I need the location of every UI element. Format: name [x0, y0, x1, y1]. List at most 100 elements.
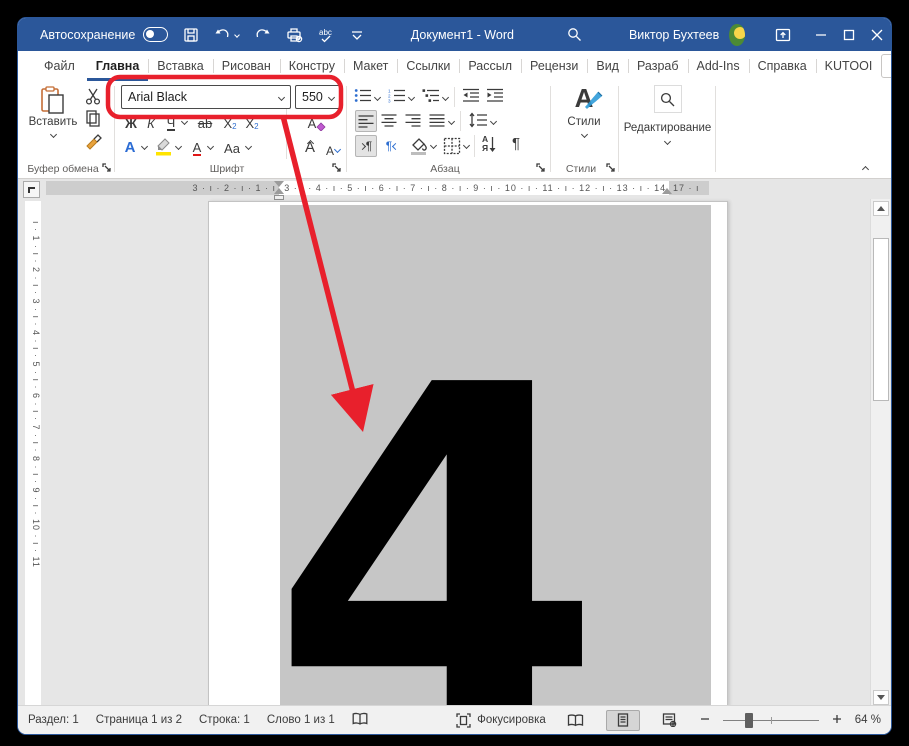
maximize-button[interactable] [835, 18, 863, 51]
font-size-combobox[interactable]: 550 [295, 85, 341, 109]
user-name[interactable]: Виктор Бухтеев [629, 28, 719, 42]
align-right-button[interactable] [405, 114, 421, 130]
scrollbar-thumb[interactable] [873, 238, 889, 401]
zoom-slider[interactable] [723, 712, 819, 728]
tab-home[interactable]: Главна [87, 51, 149, 81]
zoom-slider-thumb[interactable] [745, 713, 753, 728]
status-words[interactable]: Слово 1 из 1 [267, 714, 335, 726]
multilevel-list-button[interactable] [422, 88, 440, 106]
align-left-button[interactable] [355, 110, 377, 132]
justify-chevron[interactable] [448, 118, 455, 125]
avatar[interactable] [729, 24, 744, 46]
borders-chevron[interactable] [463, 142, 470, 149]
autosave-toggle[interactable] [143, 27, 167, 42]
right-indent-marker[interactable] [662, 188, 672, 194]
paste-button[interactable]: Вставить [26, 86, 80, 160]
text-effects-button[interactable]: А [120, 136, 140, 156]
print-layout-button[interactable] [606, 710, 640, 731]
tab-stop-selector[interactable] [23, 181, 40, 198]
subscript-button[interactable]: X2 [220, 111, 240, 131]
tab-insert[interactable]: Вставка [148, 51, 212, 81]
selected-text-block[interactable]: 4 [280, 205, 711, 707]
change-case-button[interactable]: Аа [220, 136, 244, 156]
increase-indent-button[interactable] [486, 88, 504, 106]
collapse-ribbon-chevron[interactable] [862, 166, 869, 173]
change-case-chevron[interactable] [245, 143, 252, 150]
zoom-in-button[interactable] [832, 714, 842, 727]
proofing-status-button[interactable] [352, 712, 368, 729]
tab-review[interactable]: Рецензи [521, 51, 587, 81]
ribbon-display-options-button[interactable] [775, 28, 791, 42]
font-color-button[interactable]: А [188, 136, 206, 156]
tab-kutools[interactable]: KUTOOI [816, 51, 882, 81]
tab-mailings[interactable]: Рассыл [459, 51, 521, 81]
tab-addins[interactable]: Add-Ins [688, 51, 749, 81]
vertical-ruler[interactable]: ı · 1 · ı · 2 · ı · 3 · ı · 4 · ı · 5 · … [25, 201, 41, 707]
sort-button[interactable]: А Я [482, 135, 497, 154]
bullets-chevron[interactable] [374, 94, 381, 101]
styles-button[interactable]: А Стили [558, 85, 610, 157]
copy-button[interactable] [84, 109, 102, 130]
paragraph-dialog-launcher[interactable] [536, 163, 545, 172]
redo-button[interactable] [254, 27, 271, 43]
show-formatting-button[interactable]: ¶ [512, 135, 520, 152]
status-section[interactable]: Раздел: 1 [28, 714, 79, 726]
numbering-chevron[interactable] [408, 94, 415, 101]
right-to-left-button[interactable]: ¶ [381, 135, 403, 157]
web-layout-button[interactable] [653, 710, 687, 731]
strikethrough-button[interactable]: ab [194, 111, 216, 131]
left-indent-marker[interactable] [274, 195, 284, 200]
minimize-button[interactable] [807, 18, 835, 51]
shrink-font-button[interactable]: А [324, 138, 342, 158]
tab-references[interactable]: Ссылки [397, 51, 459, 81]
styles-dialog-launcher[interactable] [606, 163, 615, 172]
line-spacing-chevron[interactable] [490, 118, 497, 125]
tab-developer[interactable]: Разраб [628, 51, 688, 81]
editing-button[interactable]: Редактирование [620, 85, 715, 144]
shading-chevron[interactable] [430, 142, 437, 149]
borders-button[interactable] [443, 137, 461, 158]
status-page[interactable]: Страница 1 из 2 [96, 714, 182, 726]
justify-button[interactable] [429, 114, 445, 130]
tab-help[interactable]: Справка [749, 51, 816, 81]
tab-design[interactable]: Констру [280, 51, 344, 81]
share-button[interactable]: Поделиться [881, 54, 892, 78]
left-to-right-button[interactable]: ¶ [355, 135, 377, 157]
focus-mode-button[interactable]: Фокусировка [456, 713, 546, 728]
print-preview-button[interactable] [286, 27, 303, 43]
save-button[interactable] [183, 27, 199, 43]
customize-qat-button[interactable] [351, 29, 363, 41]
zoom-percentage[interactable]: 64 % [855, 714, 881, 726]
hanging-indent-marker[interactable] [274, 188, 284, 194]
underline-button[interactable]: Ч [162, 111, 180, 131]
clear-formatting-button[interactable]: А [304, 111, 330, 131]
read-mode-button[interactable] [559, 710, 593, 731]
scroll-up-button[interactable] [873, 201, 889, 216]
italic-button[interactable]: К [142, 111, 160, 131]
multilevel-chevron[interactable] [442, 94, 449, 101]
tab-draw[interactable]: Рисован [213, 51, 280, 81]
bullets-button[interactable] [354, 88, 372, 106]
status-line[interactable]: Строка: 1 [199, 714, 250, 726]
font-color-chevron[interactable] [207, 143, 214, 150]
scroll-down-button[interactable] [873, 690, 889, 705]
highlight-color-button[interactable] [154, 136, 174, 159]
vertical-scrollbar[interactable] [870, 199, 890, 707]
grow-font-button[interactable]: А [300, 136, 320, 156]
underline-chevron[interactable] [181, 118, 188, 125]
text-effects-chevron[interactable] [141, 143, 148, 150]
tab-file[interactable]: Файл [32, 51, 87, 81]
highlight-chevron[interactable] [175, 143, 182, 150]
decrease-indent-button[interactable] [462, 88, 480, 106]
zoom-out-button[interactable] [700, 714, 710, 727]
font-dialog-launcher[interactable] [332, 163, 341, 172]
tab-view[interactable]: Вид [587, 51, 628, 81]
search-button[interactable] [566, 26, 583, 43]
undo-button[interactable] [214, 27, 239, 43]
line-spacing-button[interactable] [468, 112, 488, 131]
cut-button[interactable] [84, 87, 102, 108]
spelling-button[interactable]: abc [318, 27, 336, 43]
align-center-button[interactable] [381, 114, 397, 130]
close-button[interactable] [863, 18, 891, 51]
horizontal-ruler[interactable]: 3 · ı · 2 · ı · 1 · ı ı · 1 · ı · 2 · ı … [46, 181, 709, 195]
